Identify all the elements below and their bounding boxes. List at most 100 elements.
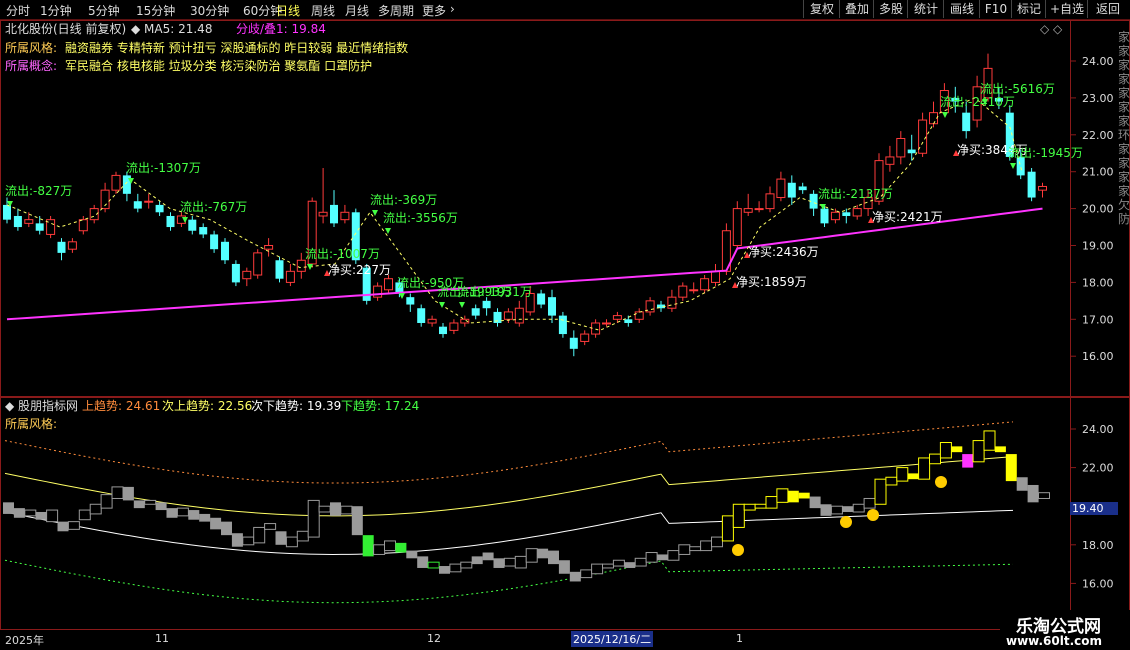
candle-body-down [842, 212, 851, 216]
indicator-bar [166, 508, 178, 518]
candle-body-up [602, 322, 611, 325]
candle-body-down [820, 208, 829, 224]
indicator-bar [907, 473, 919, 480]
flow-out-label: 流出:-1307万 [126, 161, 201, 175]
candle-body-up [885, 156, 895, 165]
indicator-bar [569, 571, 581, 582]
indicator-bar [340, 505, 353, 515]
candle-body-down [133, 201, 142, 209]
price-tick-label: 23.00 [1082, 92, 1114, 105]
price-tick-label: 20.00 [1082, 203, 1114, 216]
indicator-bar [820, 504, 832, 516]
indicator-bar [732, 503, 745, 528]
candle-body-up [78, 219, 88, 232]
indicator-bar [951, 446, 963, 453]
price-tick-label: 18.00 [1082, 276, 1114, 289]
indicator-bar [275, 531, 287, 545]
indicator-bar [798, 492, 810, 499]
indicator-bar [57, 521, 69, 532]
indicator-bar [493, 558, 505, 568]
indicator-bar [972, 440, 985, 463]
indicator-bar [89, 503, 102, 515]
indicator-bar [24, 509, 37, 517]
indicator-bar [657, 554, 668, 561]
candle-body-up [427, 318, 437, 324]
right-edge-text: 家家家家家家家环家家家家欠防 [1118, 30, 1130, 226]
ma5-value: MA5: 21.48 [144, 22, 213, 36]
indicator-bar [896, 467, 909, 482]
indicator-bar [417, 556, 429, 568]
candle-body-up [852, 208, 862, 217]
candle-body-down [439, 326, 447, 335]
candle-body-up [678, 285, 688, 298]
indicator-tick-label: 24.00 [1082, 423, 1114, 436]
candle-body-up [765, 193, 775, 210]
candle-body-up [591, 322, 601, 335]
candle-body-up [634, 311, 644, 320]
indicator-bar [591, 563, 604, 575]
candle-body-up [732, 208, 742, 247]
indicator-bar [253, 526, 266, 544]
indicator-tick-label: 18.00 [1082, 539, 1114, 552]
down-arrow-icon [942, 112, 948, 118]
candle-body-up [612, 315, 622, 320]
indicator-bar [514, 555, 527, 569]
indicator-bar [264, 523, 277, 530]
flow-out-label: 流出:-2410万 [940, 95, 1015, 109]
indicator-bar [743, 503, 756, 511]
indicator-bar [242, 536, 255, 546]
candle-body-down [166, 215, 175, 228]
candle-body-up [830, 211, 840, 221]
price-tick-label: 21.00 [1082, 166, 1114, 179]
candle-body-up [144, 200, 154, 203]
indicator-bar [406, 550, 418, 559]
indicator-bar [144, 499, 157, 505]
indicator-bar [918, 457, 931, 480]
indicator-bars-group [3, 430, 1050, 582]
indicator-style-label: 所属风格: [5, 417, 58, 431]
indicator-bar [689, 546, 702, 552]
candle-body-up [514, 307, 524, 324]
indicator-bar [3, 502, 14, 514]
concept-label: 所属概念: [5, 59, 58, 73]
indicator-bar [994, 446, 1006, 453]
indicator-bar [351, 506, 363, 536]
candle-body-down [569, 337, 578, 349]
indicator-tick-label: 22.00 [1082, 462, 1114, 475]
flow-out-label: 流出:-369万 [370, 193, 437, 207]
net-buy-label: 净买:2436万 [748, 245, 819, 259]
candle-body-up [1038, 185, 1047, 191]
subdown-trend-band [4, 509, 1014, 555]
stock-title: 北化股份(日线 前复权) [5, 22, 127, 36]
candle-body-up [296, 259, 306, 272]
price-tick-label: 24.00 [1082, 55, 1114, 68]
indicator-bar [765, 496, 778, 509]
candlestick-chart[interactable]: 24.00 23.00 22.00 21.00 20.00 19.00 18.00 17.00… [0, 0, 1130, 650]
down-arrow-icon [1010, 163, 1016, 169]
candle-body-up [67, 241, 77, 250]
panel-controls[interactable]: ◇ ◇ [1040, 22, 1062, 36]
candle-body-up [242, 270, 252, 280]
indicator-bar [78, 509, 91, 521]
candle-body-down [199, 227, 208, 235]
candle-body-up [711, 270, 720, 283]
cursor-date: 2025/12/16/二 [571, 631, 654, 647]
subup-trend-label: 次上趋势: 22.56 [162, 399, 253, 413]
up-trend-label: 上趋势: 24.61 [82, 399, 161, 413]
indicator-bar [373, 544, 386, 555]
indicator-tick-label: 16.00 [1082, 577, 1114, 590]
indicator-bar [962, 454, 974, 468]
style-text: 融资融券 专精特新 预计扭亏 深股通标的 昨日较弱 最近情绪指数 [65, 41, 409, 55]
candle-body-up [24, 219, 34, 224]
indicator-bar [155, 502, 167, 511]
smiley-icon [840, 516, 852, 528]
candle-body-up [384, 278, 393, 291]
price-tick-label: 19.00 [1082, 240, 1114, 253]
indicator-header: ◆ 股朋指标网 [5, 399, 79, 413]
site-watermark: 乐淘公式网 www.60lt.com [1000, 610, 1130, 650]
indicator-bar [307, 499, 320, 538]
down-arrow-icon [459, 302, 465, 308]
net-buy-label: 净买:1859万 [736, 275, 807, 289]
subdown-trend-label: 次下趋势: 19.39 [251, 399, 342, 413]
indicator-bar [46, 509, 59, 523]
